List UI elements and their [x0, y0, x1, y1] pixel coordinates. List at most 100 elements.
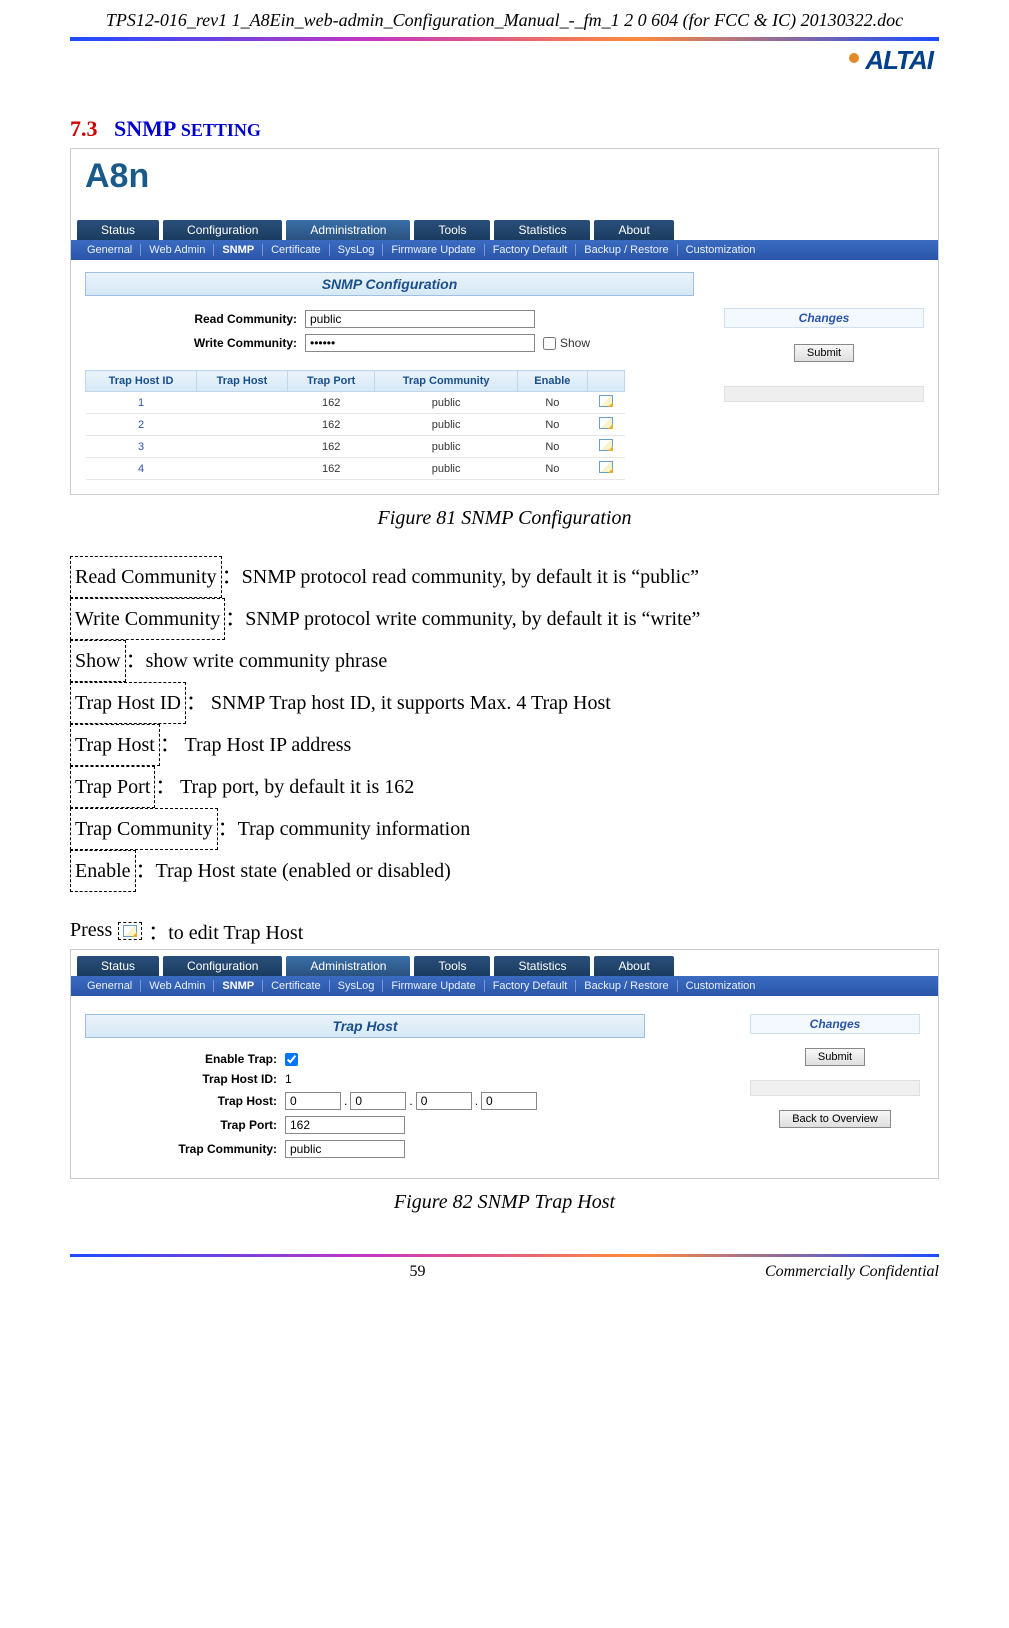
sub-navigation-2: Genernal Web Admin SNMP Certificate SysL… — [71, 976, 938, 996]
cell-community: public — [375, 436, 517, 458]
desc-trap-community: ：Trap community information — [218, 818, 471, 840]
write-community-label: Write Community: — [85, 336, 305, 350]
subnav-firmware-update[interactable]: Firmware Update — [383, 980, 484, 992]
grey-bar-2 — [750, 1080, 920, 1096]
definition-list: Read Community：SNMP protocol read commun… — [70, 556, 939, 892]
figure-81-caption: Figure 81 SNMP Configuration — [70, 507, 939, 530]
edit-icon[interactable] — [599, 439, 613, 451]
confidential-label: Commercially Confidential — [765, 1263, 939, 1281]
subnav-general[interactable]: Genernal — [79, 980, 141, 992]
press-edit-line: Press ：to edit Trap Host — [70, 916, 939, 945]
subnav-firmware-update[interactable]: Firmware Update — [383, 244, 484, 256]
subnav-general[interactable]: Genernal — [79, 244, 141, 256]
desc-read-community: ：SNMP protocol read community, by defaul… — [222, 566, 699, 588]
figure-82-caption: Figure 82 SNMP Trap Host — [70, 1191, 939, 1214]
trap-host-ip-4[interactable] — [481, 1092, 537, 1110]
changes-label-2: Changes — [750, 1014, 920, 1034]
desc-show: ：show write community phrase — [126, 650, 388, 672]
trap-community-input[interactable] — [285, 1140, 405, 1158]
term-trap-host-id: Trap Host ID — [70, 682, 186, 724]
figure-81-screenshot: A8n Status Configuration Administration … — [70, 148, 939, 495]
write-community-input[interactable] — [305, 334, 535, 352]
col-trap-host: Trap Host — [197, 371, 288, 392]
term-show: Show — [70, 640, 126, 682]
trap-community-label: Trap Community: — [85, 1142, 285, 1156]
enable-trap-label: Enable Trap: — [85, 1052, 285, 1066]
cell-id: 2 — [86, 414, 197, 436]
col-enable: Enable — [517, 371, 587, 392]
tab-statistics[interactable]: Statistics — [494, 220, 590, 240]
tab-statistics[interactable]: Statistics — [494, 956, 590, 976]
cell-port: 162 — [287, 392, 374, 414]
cell-community: public — [375, 458, 517, 480]
subnav-backup-restore[interactable]: Backup / Restore — [576, 980, 677, 992]
enable-trap-checkbox[interactable] — [285, 1053, 298, 1066]
subnav-syslog[interactable]: SysLog — [330, 244, 384, 256]
edit-icon[interactable] — [599, 395, 613, 407]
cell-port: 162 — [287, 458, 374, 480]
subnav-certificate[interactable]: Certificate — [263, 244, 330, 256]
submit-button-2[interactable]: Submit — [805, 1048, 865, 1066]
trap-port-input[interactable] — [285, 1116, 405, 1134]
subnav-web-admin[interactable]: Web Admin — [141, 980, 214, 992]
panel-title-trap-host: Trap Host — [85, 1014, 645, 1038]
term-write-community: Write Community — [70, 598, 225, 640]
col-trap-host-id: Trap Host ID — [86, 371, 197, 392]
back-to-overview-button[interactable]: Back to Overview — [779, 1110, 891, 1128]
subnav-snmp[interactable]: SNMP — [214, 980, 263, 992]
trap-host-ip-2[interactable] — [350, 1092, 406, 1110]
col-trap-community: Trap Community — [375, 371, 517, 392]
tab-configuration[interactable]: Configuration — [163, 220, 282, 240]
desc-write-community: ：SNMP protocol write community, by defau… — [225, 608, 700, 630]
tab-status[interactable]: Status — [77, 220, 159, 240]
subnav-customization[interactable]: Customization — [678, 980, 764, 992]
cell-host — [197, 414, 288, 436]
press-suffix: ：to edit Trap Host — [148, 916, 303, 945]
tab-configuration[interactable]: Configuration — [163, 956, 282, 976]
desc-trap-port: ： Trap port, by default it is 162 — [155, 776, 414, 798]
subnav-certificate[interactable]: Certificate — [263, 980, 330, 992]
submit-button[interactable]: Submit — [794, 344, 854, 362]
cell-community: public — [375, 392, 517, 414]
cell-id: 1 — [86, 392, 197, 414]
show-label: Show — [560, 336, 590, 350]
subnav-factory-default[interactable]: Factory Default — [485, 980, 577, 992]
edit-icon — [123, 925, 137, 937]
cell-enable: No — [517, 436, 587, 458]
term-trap-community: Trap Community — [70, 808, 218, 850]
tab-status[interactable]: Status — [77, 956, 159, 976]
tab-about[interactable]: About — [594, 956, 673, 976]
section-title-main: SNMP — [114, 116, 176, 141]
tab-administration[interactable]: Administration — [286, 220, 410, 240]
subnav-syslog[interactable]: SysLog — [330, 980, 384, 992]
trap-host-label: Trap Host: — [85, 1094, 285, 1108]
section-title-rest: SETTING — [176, 120, 261, 140]
cell-id: 4 — [86, 458, 197, 480]
tab-about[interactable]: About — [594, 220, 673, 240]
trap-host-id-label: Trap Host ID: — [85, 1072, 285, 1086]
edit-icon[interactable] — [599, 417, 613, 429]
cell-port: 162 — [287, 414, 374, 436]
edit-icon[interactable] — [599, 461, 613, 473]
tab-tools[interactable]: Tools — [414, 956, 490, 976]
subnav-factory-default[interactable]: Factory Default — [485, 244, 577, 256]
tab-tools[interactable]: Tools — [414, 220, 490, 240]
subnav-web-admin[interactable]: Web Admin — [141, 244, 214, 256]
show-checkbox[interactable] — [543, 337, 556, 350]
subnav-backup-restore[interactable]: Backup / Restore — [576, 244, 677, 256]
subnav-snmp[interactable]: SNMP — [214, 244, 263, 256]
read-community-input[interactable] — [305, 310, 535, 328]
desc-enable: ：Trap Host state (enabled or disabled) — [136, 860, 451, 882]
tab-administration[interactable]: Administration — [286, 956, 410, 976]
subnav-customization[interactable]: Customization — [678, 244, 764, 256]
term-trap-host: Trap Host — [70, 724, 160, 766]
press-edit-icon-box — [118, 922, 142, 940]
trap-host-ip-3[interactable] — [416, 1092, 472, 1110]
desc-trap-host-id: ： SNMP Trap host ID, it supports Max. 4 … — [186, 692, 611, 714]
table-row: 3 162 public No — [86, 436, 625, 458]
brand-logo-text: ALTAI — [865, 45, 933, 75]
footer-rule — [70, 1254, 939, 1257]
table-row: 4 162 public No — [86, 458, 625, 480]
right-panel-2: Changes Submit Back to Overview — [750, 1014, 920, 1128]
trap-host-ip-1[interactable] — [285, 1092, 341, 1110]
